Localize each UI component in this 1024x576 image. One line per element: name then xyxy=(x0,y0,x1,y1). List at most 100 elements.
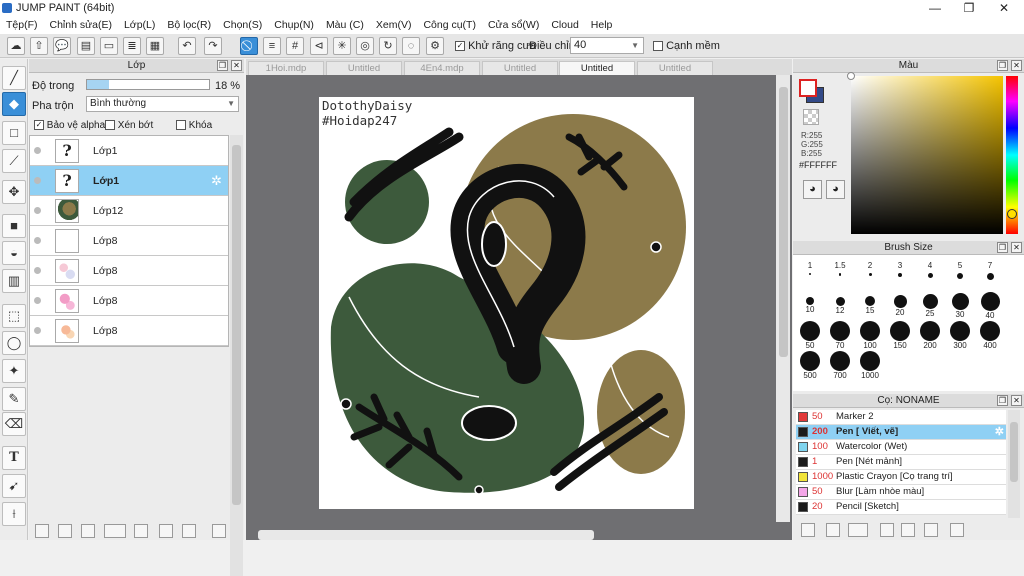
ellipse-snap-icon[interactable]: ◌ xyxy=(402,37,420,55)
panel-float-icon[interactable]: ❐ xyxy=(997,395,1008,406)
undo-icon[interactable]: ↶ xyxy=(178,37,196,55)
menu-file[interactable]: Tệp(F) xyxy=(0,17,44,34)
brush-size-option[interactable]: 500 xyxy=(796,351,824,380)
brush-size-option[interactable]: 5 xyxy=(946,261,974,279)
protect-alpha-checkbox[interactable]: ✓ xyxy=(34,120,44,131)
duplicate-layer-icon[interactable] xyxy=(159,524,173,538)
opacity-slider[interactable] xyxy=(86,79,210,90)
tab-document-active[interactable]: Untitled xyxy=(559,61,635,75)
menu-help[interactable]: Help xyxy=(585,17,619,34)
brush-list-item[interactable]: 50 Marker 2 xyxy=(796,410,1006,425)
hue-slider-thumb[interactable] xyxy=(1007,209,1017,219)
brush-size-option[interactable]: 25 xyxy=(916,293,944,318)
tab-document[interactable]: 1Hoi.mdp xyxy=(248,61,324,75)
brush-size-option[interactable]: 100 xyxy=(856,321,884,350)
settings-list-icon[interactable]: ▦ xyxy=(146,37,164,55)
brush-import-icon[interactable] xyxy=(880,523,894,537)
brush-size-option[interactable]: 70 xyxy=(826,321,854,350)
drawing-canvas[interactable]: DotothyDaisy #Hoidap247 xyxy=(319,97,694,509)
tab-document[interactable]: Untitled xyxy=(482,61,558,75)
close-button[interactable]: ✕ xyxy=(987,0,1021,17)
foreground-color-swatch[interactable] xyxy=(799,79,817,97)
parallel-snap-icon[interactable]: ≡ xyxy=(263,37,281,55)
eye-icon[interactable] xyxy=(34,207,41,214)
brush-list-item[interactable]: 20 Pencil [Sketch] xyxy=(796,500,1006,515)
brush-size-option[interactable]: 700 xyxy=(826,351,854,380)
brush-scroll-thumb[interactable] xyxy=(1010,422,1018,482)
menu-capture[interactable]: Chụp(N) xyxy=(268,17,320,34)
move-tool-icon[interactable]: ✥ xyxy=(2,180,26,204)
panel-float-icon[interactable]: ❐ xyxy=(997,242,1008,253)
menu-cloud[interactable]: Cloud xyxy=(545,17,584,34)
comment-icon[interactable]: ▤ xyxy=(77,37,95,55)
eye-icon[interactable] xyxy=(34,327,41,334)
eye-icon[interactable] xyxy=(34,147,41,154)
blend-select[interactable]: Bình thường ▼ xyxy=(86,96,239,112)
menu-view[interactable]: Xem(V) xyxy=(370,17,418,34)
lock-checkbox[interactable] xyxy=(176,120,186,131)
brush-size-option[interactable]: 12 xyxy=(826,296,854,315)
layer-scrollbar[interactable] xyxy=(230,135,243,576)
gear-icon[interactable]: ✲ xyxy=(211,173,222,189)
menu-layer[interactable]: Lớp(L) xyxy=(118,17,161,34)
select-eraser-tool-icon[interactable]: ⌫ xyxy=(2,412,26,436)
brush-scrollbar[interactable] xyxy=(1008,410,1020,518)
magic-wand-tool-icon[interactable]: ✦ xyxy=(2,359,26,383)
brush-size-option[interactable]: 30 xyxy=(946,292,974,319)
bucket-tool-icon[interactable]: ◒ xyxy=(2,241,26,265)
layer-scroll-thumb[interactable] xyxy=(232,145,241,505)
panel-float-icon[interactable]: ❐ xyxy=(217,60,228,71)
brush-tool-icon[interactable]: ╱ xyxy=(2,66,26,90)
add-layer-menu-icon[interactable] xyxy=(104,524,126,538)
page-icon[interactable]: ▭ xyxy=(100,37,118,55)
eyedropper-tool-icon[interactable]: ⟊ xyxy=(2,502,26,526)
smooth-edge-checkbox[interactable] xyxy=(653,41,663,52)
eye-icon[interactable] xyxy=(34,237,41,244)
brush-size-option[interactable]: 1 xyxy=(796,261,824,275)
layer-row[interactable]: Lớp8 xyxy=(30,316,228,346)
layer-row-selected[interactable]: ? Lớp1 ✲ xyxy=(30,166,228,196)
new-halftone-layer-icon[interactable] xyxy=(58,524,72,538)
brush-new-icon[interactable] xyxy=(826,523,840,537)
brush-list-item[interactable]: 200 Pen [ Viết, vẽ] ✲ xyxy=(796,425,1006,440)
palette-icon[interactable]: ◕ xyxy=(803,180,822,199)
gear-icon[interactable]: ✲ xyxy=(995,425,1004,439)
brush-duplicate-icon[interactable] xyxy=(924,523,938,537)
layer-row[interactable]: Lớp8 xyxy=(30,286,228,316)
antialias-checkbox[interactable]: ✓ xyxy=(455,41,465,52)
cloud-icon[interactable]: ☁ xyxy=(7,37,25,55)
brush-size-option[interactable]: 200 xyxy=(916,321,944,350)
adjust-select[interactable]: 40 ▼ xyxy=(570,37,644,54)
tab-document[interactable]: Untitled xyxy=(637,61,713,75)
menu-select[interactable]: Chọn(S) xyxy=(217,17,268,34)
tab-document[interactable]: 4En4.mdp xyxy=(404,61,480,75)
palette-edit-icon[interactable]: ◕ xyxy=(826,180,845,199)
curve-snap-icon[interactable]: ↻ xyxy=(379,37,397,55)
canvas-vertical-scrollbar[interactable] xyxy=(776,75,790,522)
gradient-tool-icon[interactable]: ▥ xyxy=(2,269,26,293)
brush-size-option[interactable]: 10 xyxy=(796,297,824,314)
line-tool-icon[interactable]: ⟋ xyxy=(2,149,26,173)
list-icon[interactable]: ≣ xyxy=(123,37,141,55)
brush-size-option[interactable]: 150 xyxy=(886,321,914,350)
select-pen-tool-icon[interactable]: ✎ xyxy=(2,387,26,411)
folder-icon[interactable] xyxy=(134,524,148,538)
layer-row[interactable]: Lớp8 xyxy=(30,256,228,286)
text-tool-icon[interactable]: T xyxy=(2,446,26,470)
speech-icon[interactable]: 💬 xyxy=(53,37,71,55)
perspective-snap-icon[interactable]: ⊲ xyxy=(310,37,328,55)
brush-size-option[interactable]: 7 xyxy=(976,261,1004,280)
brush-size-option[interactable]: 3 xyxy=(886,261,914,277)
layer-row[interactable]: ? Lớp1 xyxy=(30,136,228,166)
new-layer-icon[interactable] xyxy=(35,524,49,538)
tab-document[interactable]: Untitled xyxy=(326,61,402,75)
rectangle-tool-icon[interactable]: □ xyxy=(2,121,26,145)
redo-icon[interactable]: ↷ xyxy=(204,37,222,55)
menu-filter[interactable]: Bộ lọc(R) xyxy=(161,17,217,34)
brush-size-option[interactable]: 40 xyxy=(976,291,1004,320)
menu-color[interactable]: Màu (C) xyxy=(320,17,370,34)
lasso-tool-icon[interactable]: ◯ xyxy=(2,331,26,355)
radial-snap-icon[interactable]: ✳ xyxy=(333,37,351,55)
brush-add-icon[interactable] xyxy=(801,523,815,537)
minimize-button[interactable]: — xyxy=(918,0,952,17)
